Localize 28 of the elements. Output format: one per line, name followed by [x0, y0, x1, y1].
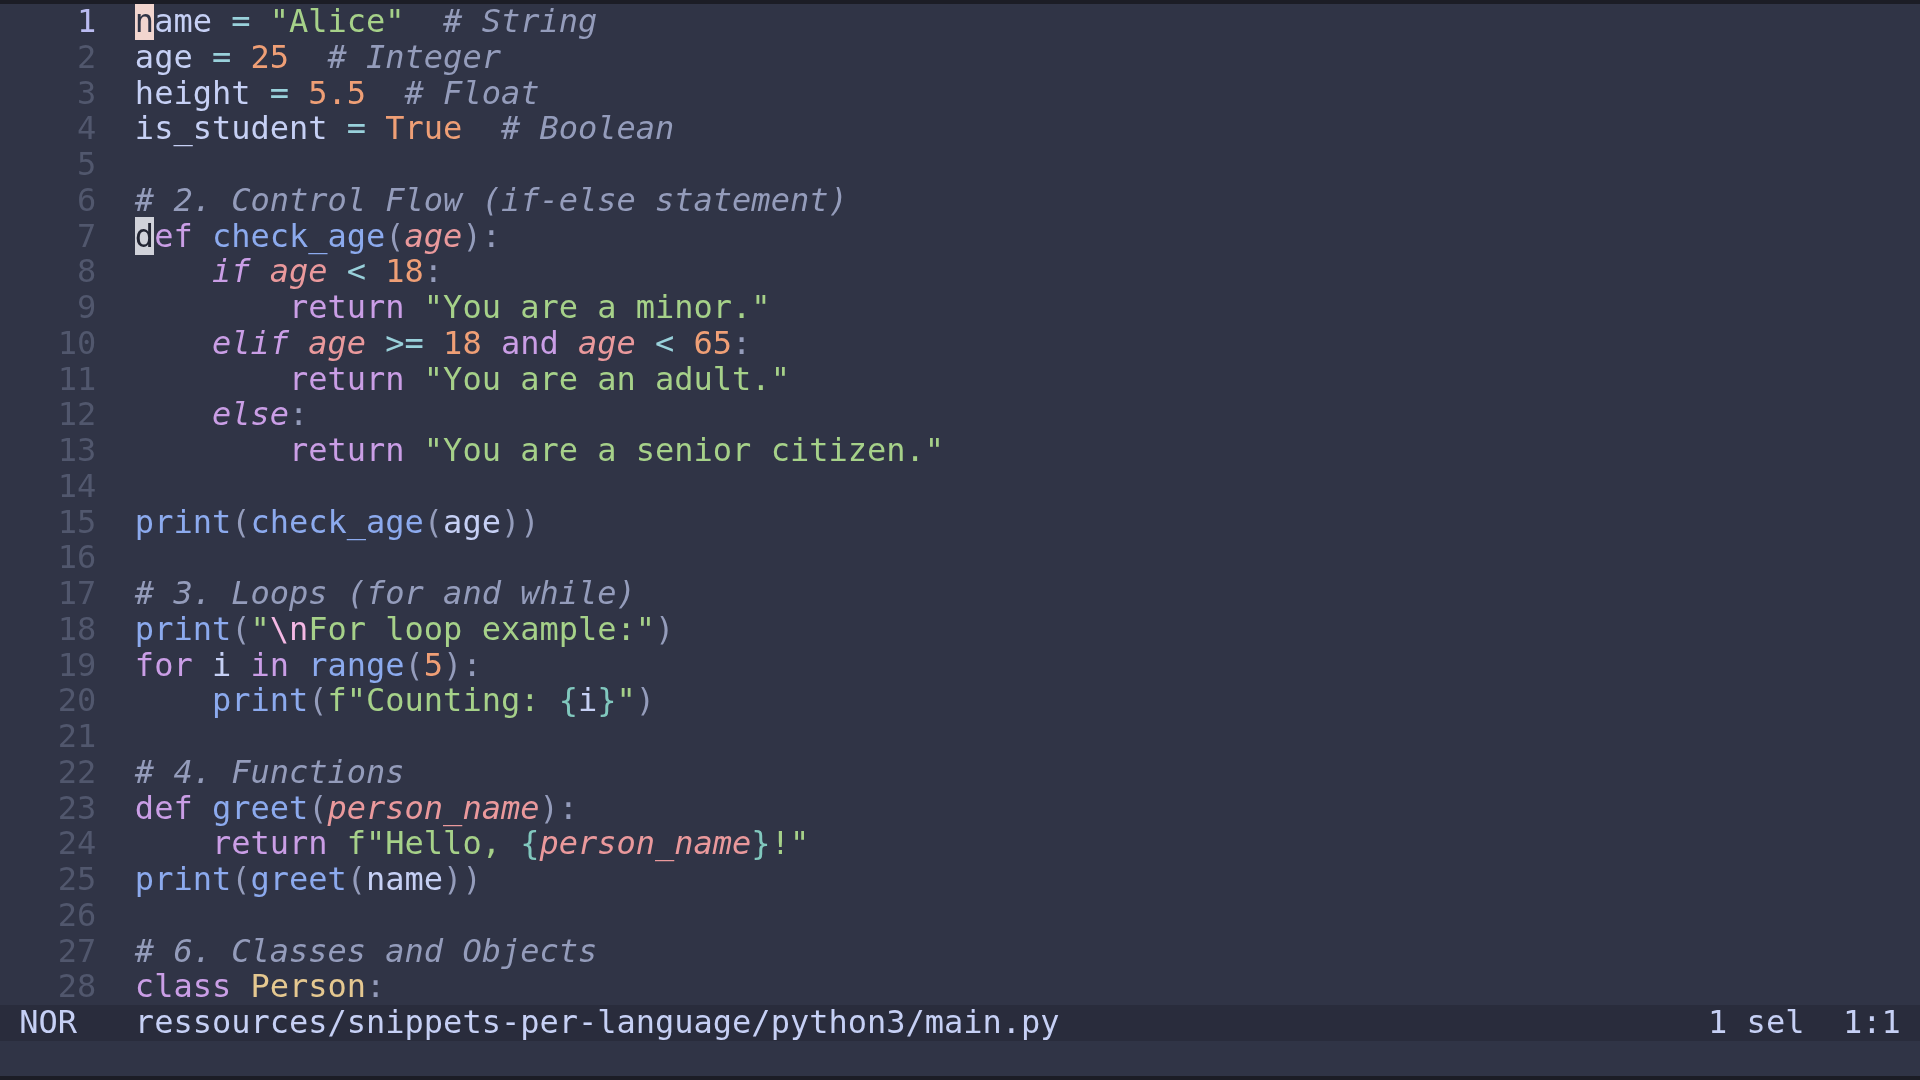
code-line: def greet(person_name):	[134, 790, 578, 827]
file-path: ressources/snippets-per-language/python3/main.py	[134, 1003, 1060, 1041]
mode-indicator: NOR	[19, 1005, 78, 1041]
code-line: else:	[211, 397, 309, 433]
code-line: for i in range(5):	[134, 647, 482, 684]
selection-count: 1 sel	[1708, 1005, 1805, 1041]
code-line: print(f"Counting: {i}")	[211, 683, 656, 719]
code-line: age = 25 # Integer	[134, 39, 501, 76]
code-line: return f"Hello, {person_name}!"	[211, 826, 810, 862]
code-line: height = 5.5 # Float	[134, 75, 540, 112]
code-line: # 3. Loops (for and while)	[134, 576, 636, 612]
code-line: # 6. Classes and Objects	[134, 933, 598, 970]
code-line: return "You are a minor."	[289, 290, 771, 326]
code-line: return "You are a senior citizen."	[289, 433, 944, 469]
code-line: # 2. Control Flow (if-else statement)	[134, 182, 848, 219]
cursor-position: 1:1	[1842, 1005, 1901, 1041]
code-line: return "You are an adult."	[289, 361, 790, 398]
code-line: print(greet(name))	[134, 862, 482, 898]
code-line: print("\nFor loop example:")	[134, 611, 675, 648]
code-line: is_student = True # Boolean	[134, 111, 675, 147]
code-line: elif age >= 18 and age < 65:	[211, 325, 752, 362]
code-line: name = "Alice" # String	[134, 4, 598, 40]
code-line: print(check_age(age))	[134, 504, 540, 541]
code-line: # 4. Functions	[134, 754, 405, 791]
line-number: 1	[76, 4, 97, 40]
code-line: if age < 18:	[211, 254, 444, 290]
code-line: def check_age(age):	[134, 218, 501, 255]
code-line: class Person:	[134, 969, 386, 1005]
